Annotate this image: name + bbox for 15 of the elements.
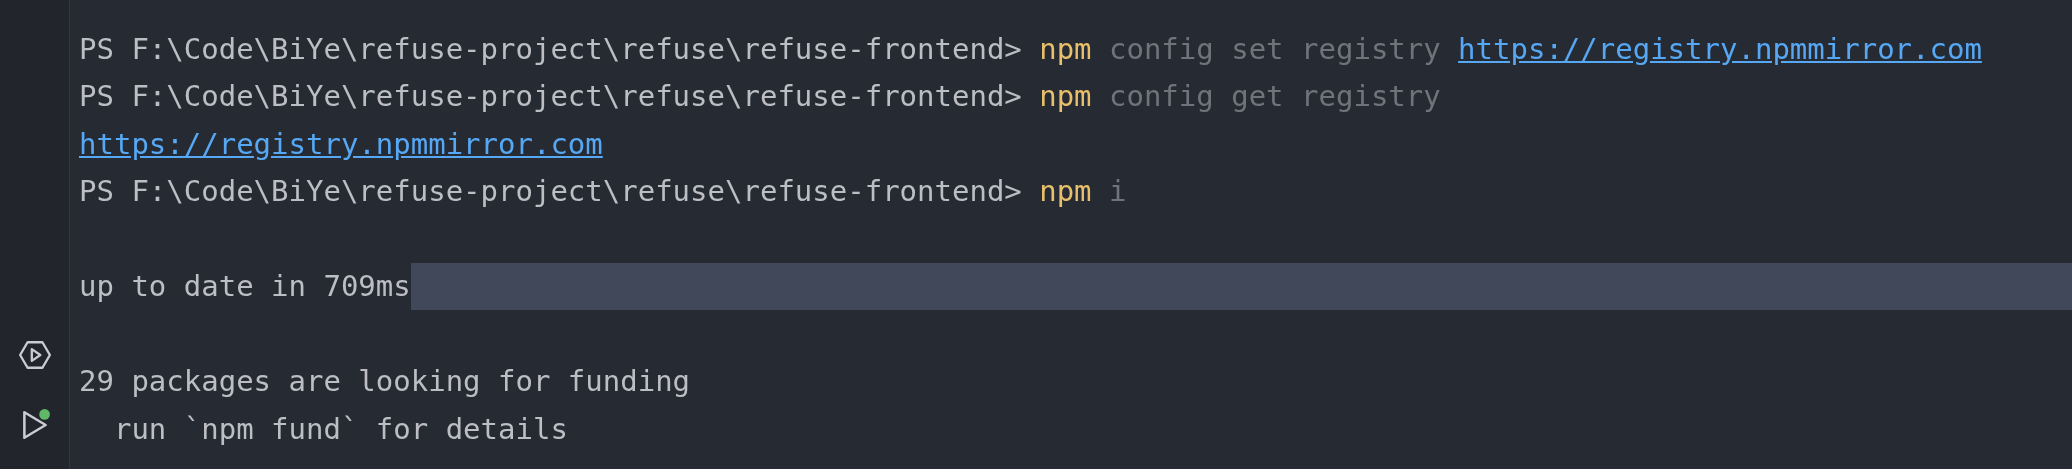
prompt-text: PS F:\Code\BiYe\refuse-project\refuse\refuse-frontend>	[79, 79, 1022, 114]
command-text: npm	[1039, 31, 1092, 66]
prompt-text: PS F:\Code\BiYe\refuse-project\refuse\refuse-frontend>	[79, 31, 1022, 66]
command-text: npm	[1039, 79, 1092, 114]
link[interactable]: https://registry.npmmirror.com	[1458, 31, 1982, 66]
command-text: npm	[1039, 174, 1092, 209]
argument-text: config get registry	[1109, 79, 1441, 114]
output-text: 29 packages are looking for funding	[79, 364, 691, 399]
output-text: up to date in 709ms	[79, 269, 411, 304]
argument-text: config set registry	[1109, 31, 1441, 66]
output-text: run `npm fund` for details	[112, 411, 568, 446]
run-configuration-icon[interactable]	[17, 338, 52, 372]
argument-text: i	[1109, 174, 1127, 209]
prompt-text: PS F:\Code\BiYe\refuse-project\refuse\refuse-frontend>	[79, 174, 1022, 209]
link[interactable]: https://registry.npmmirror.com	[79, 126, 603, 161]
